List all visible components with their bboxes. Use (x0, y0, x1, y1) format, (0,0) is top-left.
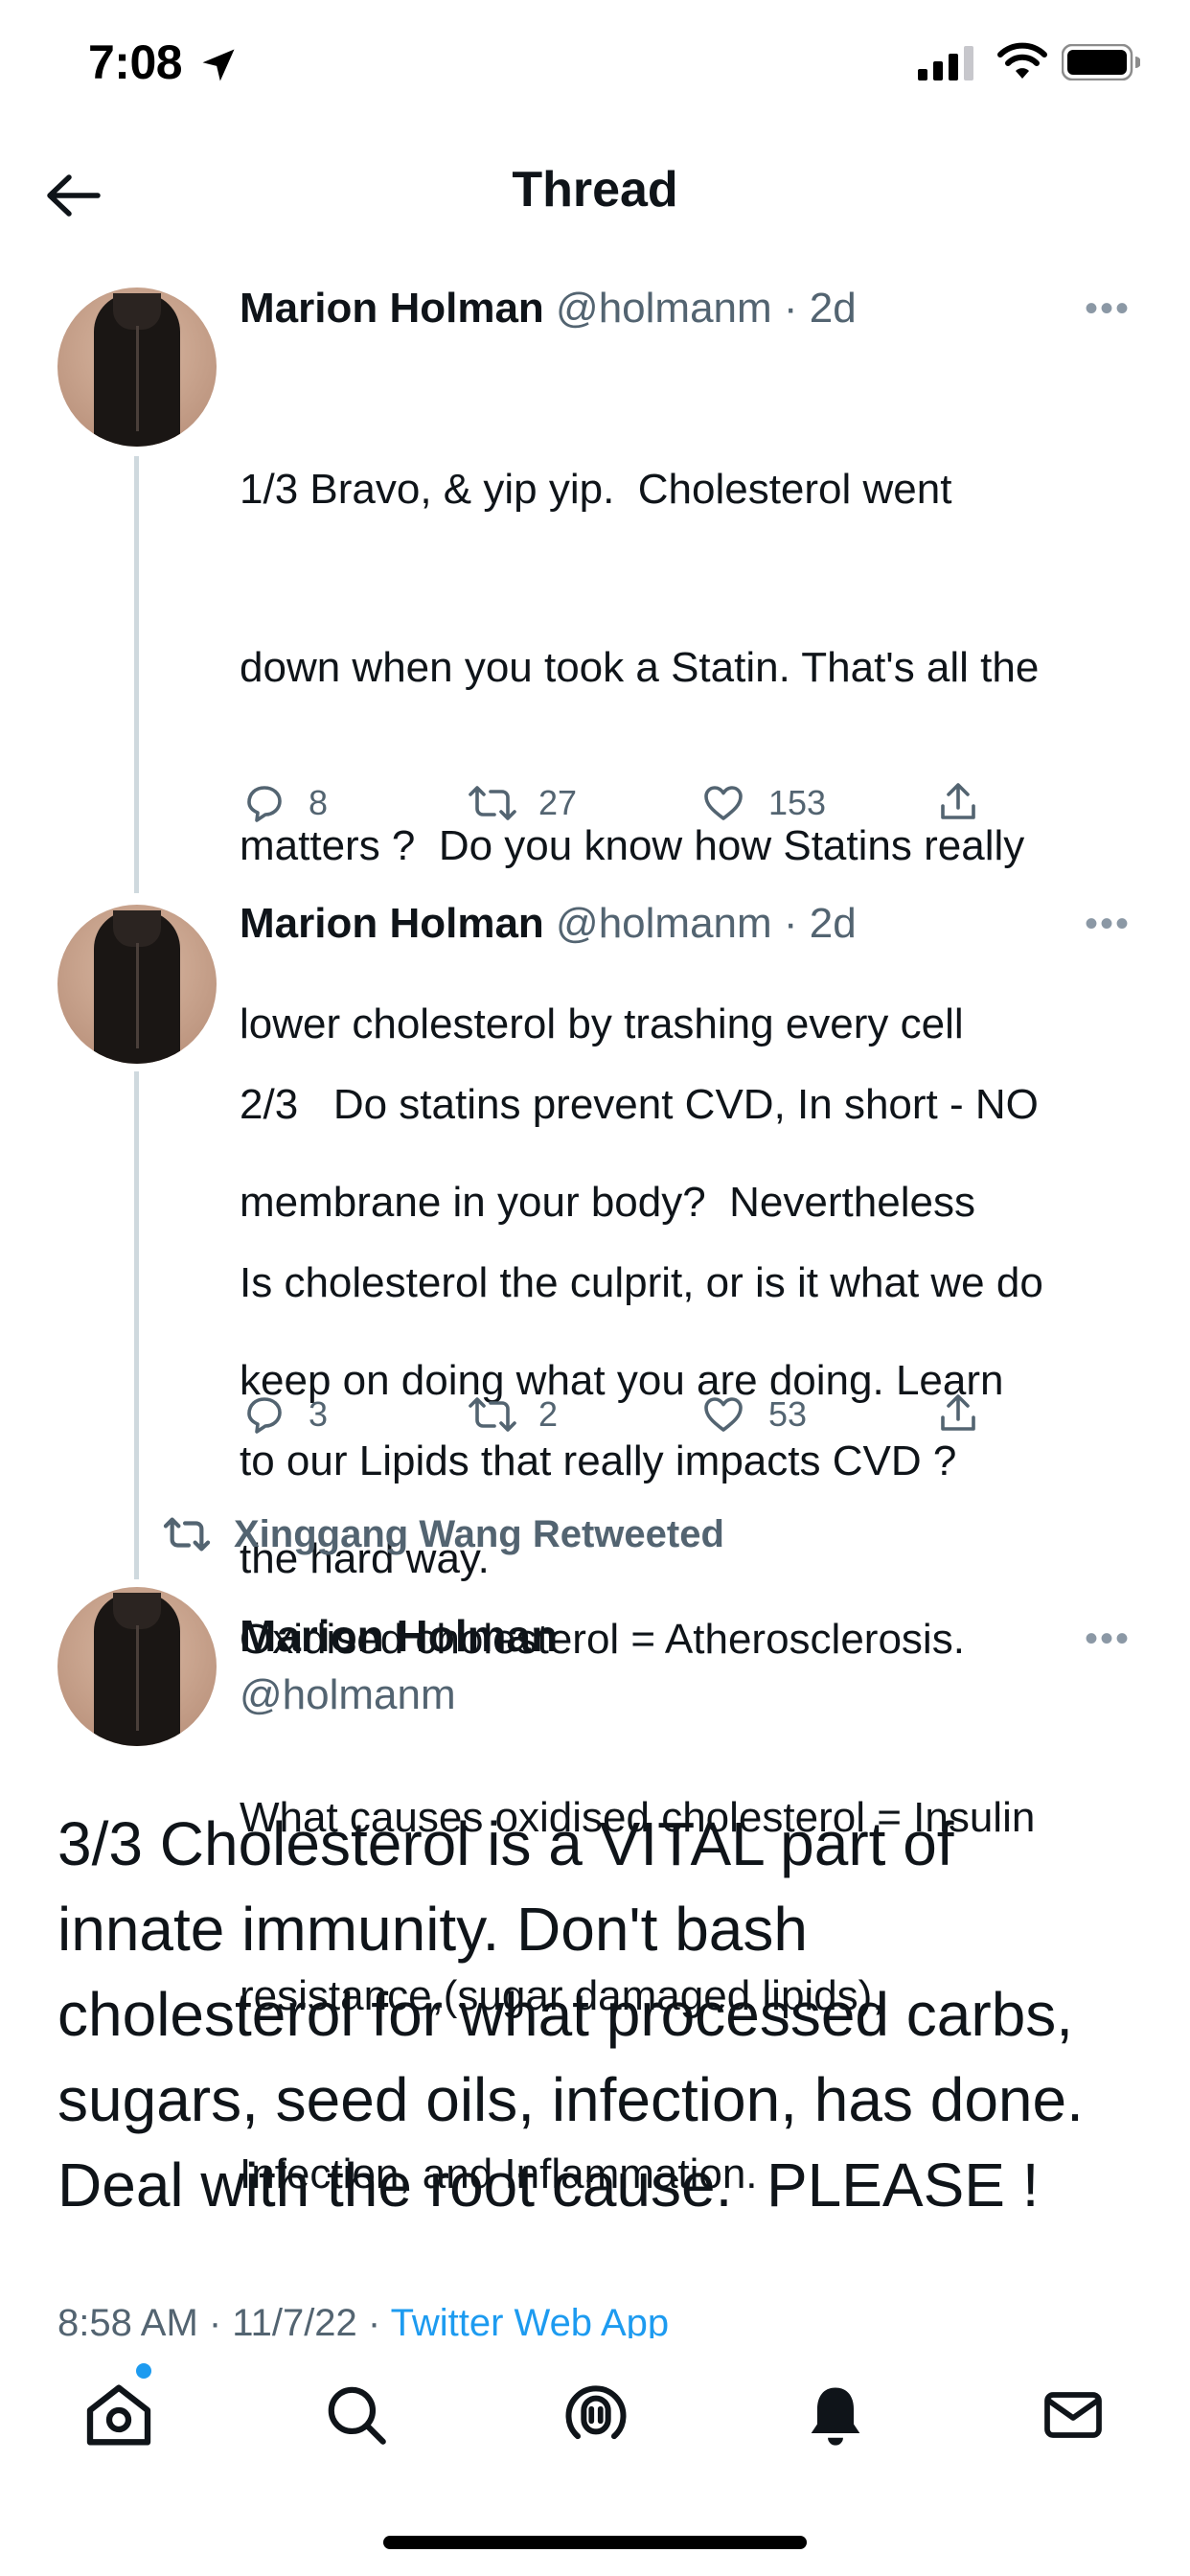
tweet-header: Marion Holman @holmanm · 2d (240, 897, 857, 951)
reply-icon (247, 1397, 282, 1434)
retweeted-indicator[interactable]: Xinggang Wang Retweeted (161, 1512, 724, 1556)
thread-connector-line (134, 456, 139, 893)
home-icon (86, 2384, 151, 2446)
tweet-time: · 2d (783, 285, 857, 332)
retweet-count: 27 (538, 783, 578, 822)
avatar[interactable] (57, 1587, 217, 1746)
retweet-icon (163, 1517, 211, 1552)
reply-button[interactable]: 3 (241, 1392, 328, 1438)
tab-home[interactable] (71, 2367, 167, 2463)
retweet-button[interactable]: 27 (468, 780, 577, 826)
retweet-button[interactable]: 2 (468, 1392, 558, 1438)
notifications-icon (811, 2387, 860, 2446)
reply-icon (247, 786, 282, 822)
author-name[interactable]: Marion Holman (240, 900, 544, 947)
main-tweet-text: 3/3 Cholesterol is a VITAL part of innat… (57, 1809, 1084, 2220)
heart-icon (704, 786, 743, 820)
author-name[interactable]: Marion Holman (240, 1610, 558, 1662)
reply-count: 8 (309, 783, 329, 822)
reply-count: 3 (309, 1394, 329, 1434)
author-name[interactable]: Marion Holman (240, 285, 544, 332)
share-icon (941, 1394, 975, 1431)
more-options-button[interactable]: ••• (1085, 288, 1131, 331)
tab-notifications[interactable] (788, 2367, 883, 2463)
more-options-button[interactable]: ••• (1085, 903, 1131, 946)
signal-bars-icon (918, 46, 975, 85)
reply-button[interactable]: 8 (241, 780, 328, 826)
author-handle[interactable]: @holmanm (556, 285, 772, 332)
tweet-time: · 2d (783, 900, 857, 947)
retweet-icon (469, 1397, 516, 1432)
wifi-icon (996, 42, 1048, 85)
retweet-count: 2 (538, 1394, 559, 1434)
tab-search[interactable] (309, 2367, 404, 2463)
notification-dot (136, 2363, 151, 2379)
spaces-icon (565, 2385, 627, 2440)
share-icon (941, 783, 975, 819)
status-time: 7:08 (88, 35, 183, 89)
avatar[interactable] (57, 288, 217, 447)
like-count: 53 (768, 1394, 808, 1434)
like-button[interactable]: 153 (699, 780, 826, 826)
more-options-button[interactable]: ••• (1085, 1618, 1131, 1661)
retweeted-by-label: Xinggang Wang Retweeted (234, 1512, 724, 1555)
like-button[interactable]: 53 (699, 1392, 807, 1438)
share-button[interactable] (935, 778, 981, 826)
heart-icon (704, 1397, 743, 1432)
author-handle[interactable]: @holmanm (240, 1671, 456, 1719)
tab-spaces[interactable] (548, 2367, 644, 2463)
author-handle[interactable]: @holmanm (556, 900, 772, 947)
tab-messages[interactable] (1025, 2367, 1121, 2463)
thread-connector-line (134, 1071, 139, 1579)
page-title: Thread (512, 162, 678, 218)
battery-icon (1061, 43, 1141, 85)
like-count: 153 (768, 783, 827, 822)
home-indicator[interactable] (383, 2536, 807, 2549)
messages-icon (1044, 2392, 1102, 2438)
search-icon (328, 2386, 386, 2445)
location-arrow-icon (197, 44, 240, 91)
share-button[interactable] (935, 1390, 981, 1438)
avatar[interactable] (57, 905, 217, 1064)
retweet-icon (469, 786, 516, 820)
tweet-header: Marion Holman @holmanm · 2d (240, 282, 857, 335)
